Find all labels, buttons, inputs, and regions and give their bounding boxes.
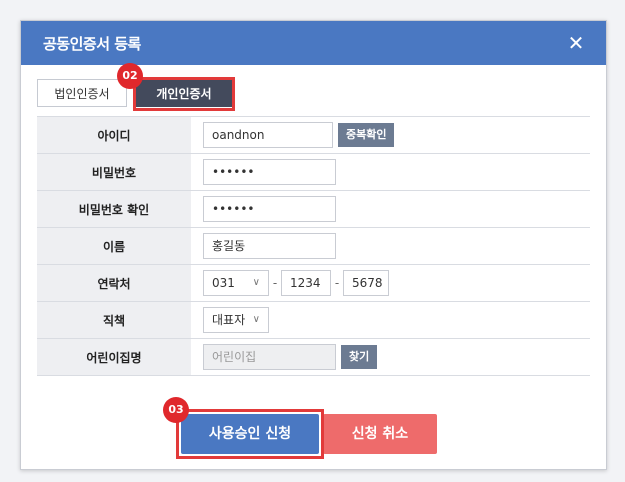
tab-personal-certificate[interactable]: 개인인증서 — [135, 79, 233, 107]
form-row-id: 아이디 oandnon 중복확인 — [37, 116, 590, 154]
area-code-select[interactable]: 031 ∨ — [203, 270, 269, 296]
form-row-name: 이름 홍길동 — [37, 227, 590, 265]
password-label: 비밀번호 — [37, 153, 191, 191]
dialog-title: 공동인증서 등록 — [43, 35, 141, 53]
phone-dash: - — [272, 276, 278, 290]
phone-dash: - — [334, 276, 340, 290]
close-icon[interactable]: ✕ — [564, 29, 588, 57]
form-row-position: 직책 대표자 ∨ — [37, 301, 590, 339]
phone-last-input[interactable]: 5678 — [343, 270, 389, 296]
id-label: 아이디 — [37, 116, 191, 154]
tab-corporate-certificate[interactable]: 법인인증서 — [37, 79, 127, 107]
id-input[interactable]: oandnon — [203, 122, 333, 148]
password-input[interactable]: •••••• — [203, 159, 336, 185]
form-row-contact: 연락처 031 ∨ -1234-5678 — [37, 264, 590, 302]
position-value: 대표자 — [212, 313, 246, 327]
area-code-value: 031 — [212, 276, 235, 290]
registration-form: 아이디 oandnon 중복확인 비밀번호 •••••• 비밀번호 확인 ••••… — [37, 116, 590, 376]
step-marker-03: 03 — [163, 397, 189, 423]
form-row-password: 비밀번호 •••••• — [37, 153, 590, 191]
phone-middle-input[interactable]: 1234 — [281, 270, 331, 296]
chevron-down-icon: ∨ — [252, 314, 260, 325]
kindergarten-label: 어린이집명 — [37, 338, 191, 376]
form-row-kindergarten: 어린이집명 어린이집 찾기 — [37, 338, 590, 376]
dialog-header: 공동인증서 등록 ✕ — [21, 21, 606, 65]
search-kindergarten-button[interactable]: 찾기 — [341, 345, 378, 369]
cancel-application-button[interactable]: 신청 취소 — [323, 414, 437, 454]
position-select[interactable]: 대표자 ∨ — [203, 307, 269, 333]
step-marker-02: 02 — [117, 63, 143, 89]
certificate-registration-dialog: 공동인증서 등록 ✕ 법인인증서 개인인증서 02 아이디 oandnon 중복확… — [20, 20, 607, 470]
contact-label: 연락처 — [37, 264, 191, 302]
form-row-password-confirm: 비밀번호 확인 •••••• — [37, 190, 590, 228]
check-duplicate-button[interactable]: 중복확인 — [338, 123, 395, 147]
password-confirm-input[interactable]: •••••• — [203, 196, 336, 222]
position-label: 직책 — [37, 301, 191, 339]
password-confirm-label: 비밀번호 확인 — [37, 190, 191, 228]
chevron-down-icon: ∨ — [252, 277, 260, 288]
name-label: 이름 — [37, 227, 191, 265]
name-input[interactable]: 홍길동 — [203, 233, 336, 259]
kindergarten-input: 어린이집 — [203, 344, 336, 370]
apply-approval-button[interactable]: 사용승인 신청 — [181, 414, 319, 454]
